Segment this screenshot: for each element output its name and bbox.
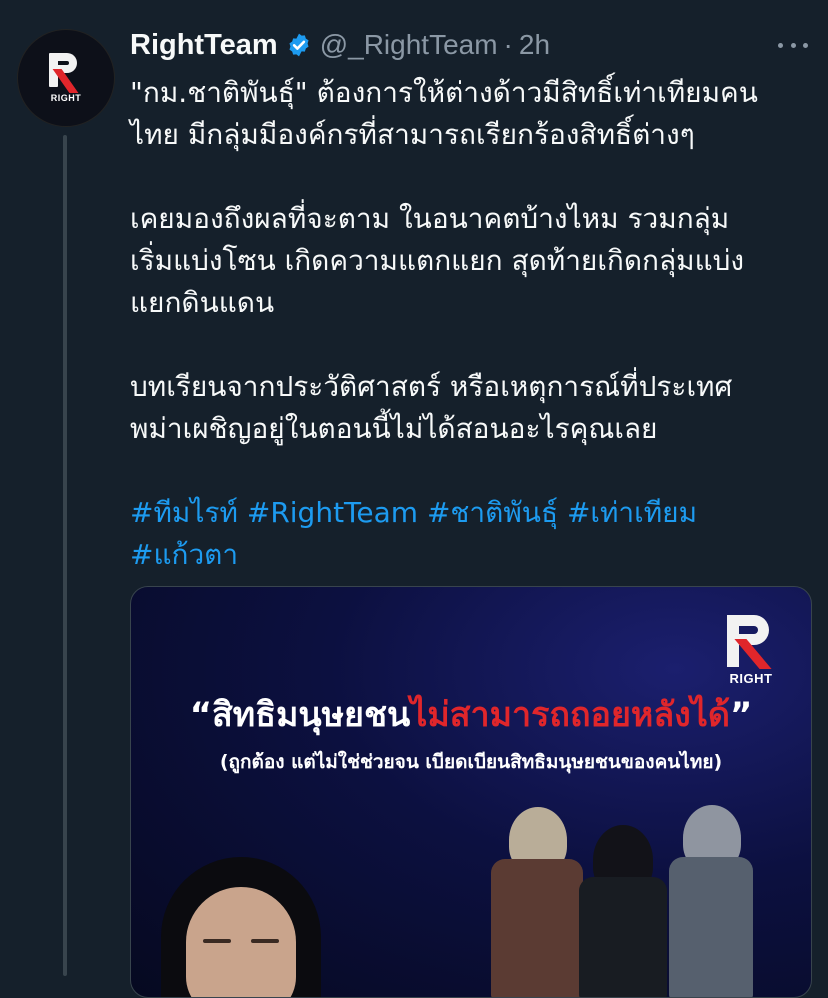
- headline-close-quote: ”: [729, 695, 753, 735]
- more-options-icon[interactable]: [778, 38, 808, 52]
- avatar-label: RIGHT: [50, 93, 82, 103]
- woman-face: [186, 887, 296, 997]
- paragraph: เคยมองถึงผลที่จะตาม ในอนาคตบ้างไหม รวมกล…: [130, 198, 820, 324]
- media-headline: “สิทธิมนุษยชนไม่สามารถถอยหลังได้”: [171, 687, 771, 741]
- avatar[interactable]: RIGHT: [18, 30, 114, 126]
- timestamp[interactable]: 2h: [519, 29, 550, 61]
- headline-red: ไม่สามารถถอยหลังได้: [410, 695, 730, 735]
- media-logo-label: RIGHT: [729, 671, 773, 686]
- hashtag-link[interactable]: #แก้วตา: [130, 538, 238, 571]
- right-logo-icon: [47, 53, 85, 93]
- verified-badge-icon[interactable]: [286, 32, 312, 58]
- tweet-text: "กม.ชาติพันธุ์" ต้องการให้ต่างด้าวมีสิทธ…: [130, 72, 820, 576]
- text-line: บทเรียนจากประวัติศาสตร์ หรือเหตุการณ์ที่…: [130, 370, 733, 403]
- right-logo-icon: [723, 615, 779, 669]
- text-line: เคยมองถึงผลที่จะตาม ในอนาคตบ้างไหม รวมกล…: [130, 202, 730, 235]
- hashtag-link[interactable]: #เท่าเทียม: [567, 496, 697, 529]
- paragraph: บทเรียนจากประวัติศาสตร์ หรือเหตุการณ์ที่…: [130, 366, 820, 450]
- separator-dot: ·: [503, 29, 513, 60]
- thread-line: [63, 135, 67, 976]
- hashtag-link[interactable]: #ชาติพันธุ์: [427, 496, 558, 529]
- hashtags: #ทีมไรท์ #RightTeam #ชาติพันธุ์ #เท่าเที…: [130, 492, 820, 576]
- tweet-header: RightTeam @_RightTeam · 2h: [130, 26, 550, 64]
- text-line: "กม.ชาติพันธุ์" ต้องการให้ต่างด้าวมีสิทธ…: [130, 76, 758, 109]
- paragraph: "กม.ชาติพันธุ์" ต้องการให้ต่างด้าวมีสิทธ…: [130, 72, 820, 156]
- text-line: พม่าเผชิญอยู่ในตอนนี้ไม่ได้สอนอะไรคุณเลย: [130, 412, 658, 445]
- tweet[interactable]: RIGHT RightTeam @_RightTeam · 2h "กม.ชาต…: [0, 0, 828, 998]
- media-subline: (ถูกต้อง แต่ไม่ใช่ช่วยจน เบียดเบียนสิทธิ…: [219, 751, 723, 773]
- user-handle[interactable]: @_RightTeam: [320, 29, 498, 61]
- headline-white: “สิทธิมนุษยชน: [189, 695, 411, 735]
- hashtag-link[interactable]: #RightTeam: [247, 496, 418, 529]
- text-line: เริ่มแบ่งโซน เกิดความแตกแยก สุดท้ายเกิดก…: [130, 244, 745, 277]
- hashtag-link[interactable]: #ทีมไรท์: [130, 496, 238, 529]
- display-name[interactable]: RightTeam: [130, 29, 278, 62]
- text-line: ไทย มีกลุ่มมีองค์กรที่สามารถเรียกร้องสิท…: [130, 118, 695, 151]
- text-line: แยกดินแดน: [130, 286, 275, 319]
- tweet-media-image[interactable]: RIGHT “สิทธิมนุษยชนไม่สามารถถอยหลังได้” …: [130, 586, 812, 998]
- media-logo: RIGHT: [723, 615, 783, 686]
